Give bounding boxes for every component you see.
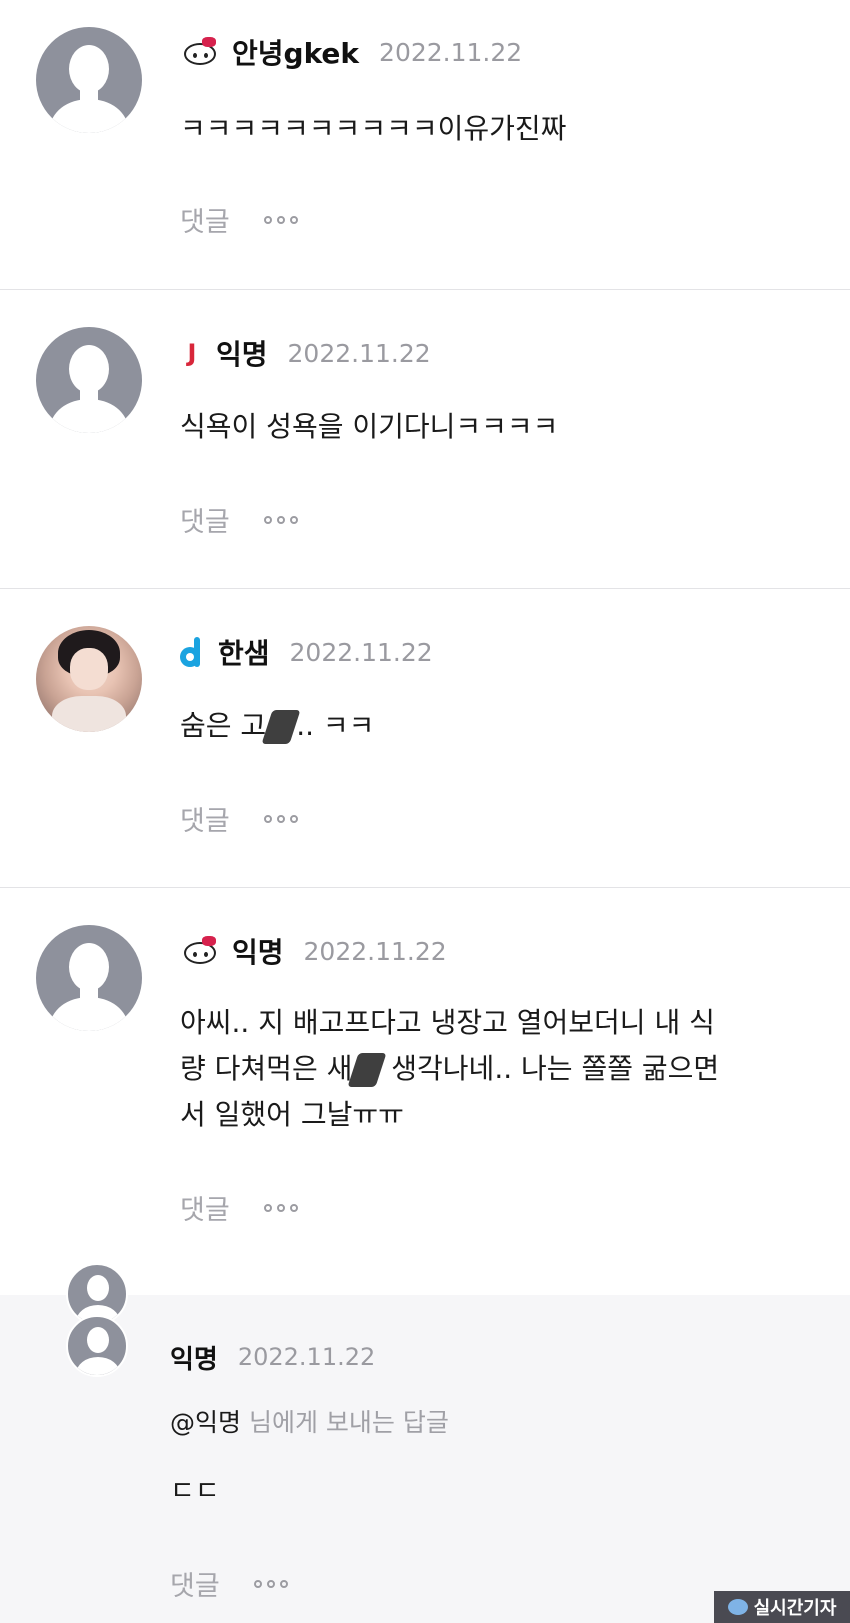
reply-date: 2022.11.22 <box>237 1343 376 1371</box>
comment-line: 서 일했어 그날ㅠㅠ <box>180 1098 404 1131</box>
comment-author[interactable]: 한샘 <box>218 632 270 672</box>
watermark-logo-icon <box>727 1599 748 1615</box>
comment-item: 한샘 2022.11.22 숨은 고 .. ㅋㅋ 댓글 <box>0 589 850 888</box>
comment-author[interactable]: 안녕gkek <box>232 32 359 72</box>
comment-text-part: 생각나네.. 나는 쫄쫄 굶으면 <box>382 1052 720 1085</box>
avatar[interactable] <box>66 1315 128 1377</box>
comment-author[interactable]: 익명 <box>232 931 284 971</box>
comment-date: 2022.11.22 <box>289 637 433 667</box>
hello-kitty-icon <box>180 936 220 966</box>
reply-button[interactable]: 댓글 <box>180 799 230 838</box>
comment-text: 아씨.. 지 배고프다고 냉장고 열어보더니 내 식 량 다쳐먹은 새 생각나네… <box>180 1000 800 1138</box>
reply-button[interactable]: 댓글 <box>180 1188 230 1227</box>
comment-date: 2022.11.22 <box>287 338 431 368</box>
redaction-mark <box>261 710 301 744</box>
more-options-icon[interactable] <box>263 215 298 224</box>
mention-suffix: 님에게 보내는 답글 <box>241 1408 449 1437</box>
reply-text: ㄷㄷ <box>170 1476 220 1507</box>
avatar[interactable] <box>36 626 142 732</box>
more-options-icon[interactable] <box>263 814 298 823</box>
comment-line: 량 다쳐먹은 새 생각나네.. 나는 쫄쫄 굶으면 <box>180 1046 800 1092</box>
comment-item: 안녕gkek 2022.11.22 ㅋㅋㅋㅋㅋㅋㅋㅋㅋㅋ이유가진짜 댓글 <box>0 0 850 290</box>
reply-author[interactable]: 익명 <box>170 1339 218 1376</box>
mention-name[interactable]: @익명 <box>170 1408 241 1437</box>
comment-text: ㅋㅋㅋㅋㅋㅋㅋㅋㅋㅋ이유가진짜 <box>180 112 567 145</box>
reply-button[interactable]: 댓글 <box>170 1564 220 1603</box>
reply-button[interactable]: 댓글 <box>180 500 230 539</box>
avatar[interactable] <box>36 27 142 133</box>
comment-text-part: 량 다쳐먹은 새 <box>180 1052 353 1085</box>
watermark-text: 실시간기자 <box>753 1598 837 1619</box>
d-badge-icon <box>180 637 206 667</box>
avatar[interactable] <box>36 925 142 1031</box>
more-options-icon[interactable] <box>253 1579 288 1588</box>
comment-date: 2022.11.22 <box>379 37 523 67</box>
j-badge-icon: J <box>187 339 197 367</box>
comment-text: 식욕이 성욕을 이기다니ㅋㅋㅋㅋ <box>180 410 559 443</box>
comment-text: 숨은 고 .. ㅋㅋ <box>180 705 800 747</box>
hello-kitty-icon <box>180 37 220 67</box>
reply-mention: @익명 님에게 보내는 답글 <box>170 1403 449 1439</box>
comment-date: 2022.11.22 <box>303 936 447 966</box>
comment-item: J 익명 2022.11.22 식욕이 성욕을 이기다니ㅋㅋㅋㅋ 댓글 <box>0 290 850 589</box>
comment-text-part: 숨은 고 <box>180 709 267 742</box>
more-options-icon[interactable] <box>263 515 298 524</box>
comment-author[interactable]: 익명 <box>216 333 268 373</box>
comment-item: 익명 2022.11.22 아씨.. 지 배고프다고 냉장고 열어보더니 내 식… <box>0 888 850 1295</box>
avatar[interactable] <box>36 327 142 433</box>
comment-line: 아씨.. 지 배고프다고 냉장고 열어보더니 내 식 <box>180 1006 715 1039</box>
more-options-icon[interactable] <box>263 1203 298 1212</box>
comment-text-part: .. ㅋㅋ <box>296 709 375 742</box>
watermark: 실시간기자 <box>714 1591 850 1623</box>
reply-button[interactable]: 댓글 <box>180 200 230 239</box>
